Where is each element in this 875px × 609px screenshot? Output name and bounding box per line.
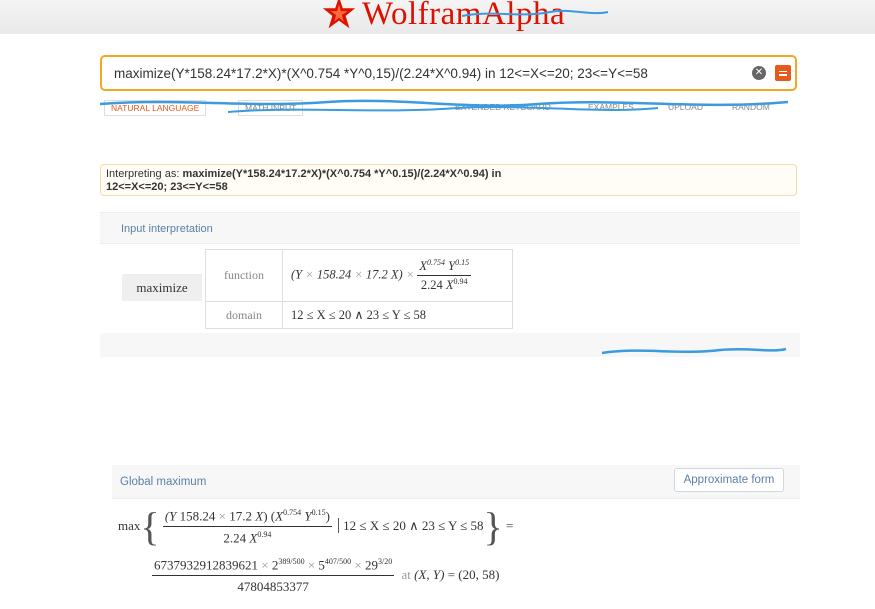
input-options-bar: NATURAL LANGUAGE MATH INPUT EXTENDED KEY… (99, 99, 797, 118)
clear-icon[interactable]: ✕ (752, 66, 766, 80)
upload-button[interactable]: UPLOAD (668, 102, 703, 112)
header-band: WolframAlpha (0, 0, 875, 34)
pod-title: Input interpretation (121, 223, 213, 235)
domain-value: 12 ≤ X ≤ 20 ∧ 23 ≤ Y ≤ 58 (282, 301, 513, 329)
examples-button[interactable]: EXAMPLES (588, 102, 634, 112)
value-denominator: 47804853377 (237, 579, 309, 595)
wolfram-star-icon (322, 0, 356, 29)
extended-keyboard-button[interactable]: EXTENDED KEYBOARD (455, 102, 551, 112)
pod-footer (100, 333, 800, 357)
equals-sign: = (505, 517, 514, 533)
interpreting-domain: 12<=X<=20; 23<=Y<=58 (106, 181, 228, 193)
math-input-button[interactable]: MATH INPUT (238, 100, 304, 116)
function-lhs: (Y × 158.24 × 17.2 X) × (291, 267, 415, 282)
natural-language-button[interactable]: NATURAL LANGUAGE (104, 100, 207, 116)
approximate-form-button[interactable]: Approximate form (674, 468, 784, 492)
logo-text: WolframAlpha (362, 0, 566, 32)
function-label: function (205, 249, 283, 302)
result-title-bar: Global maximum Approximate form (112, 465, 800, 499)
operation-label: maximize (122, 274, 202, 301)
domain-label: domain (205, 301, 283, 329)
interpreting-prefix: Interpreting as: (106, 168, 183, 180)
input-interpretation-pod: Input interpretation maximize function (… (100, 212, 800, 357)
interpreting-expression: maximize(Y*158.24*17.2*X)*(X^0.754 *Y^0.… (182, 168, 502, 180)
function-fraction: X0.754 Y0.15 2.24 X0.94 (417, 257, 472, 293)
function-value: (Y × 158.24 × 17.2 X) × X0.754 Y0.15 2.2… (282, 249, 513, 302)
search-box[interactable]: maximize(Y*158.24*17.2*X)*(X^0.754 *Y^0,… (100, 55, 797, 91)
equals-icon[interactable] (775, 65, 791, 81)
search-input[interactable]: maximize(Y*158.24*17.2*X)*(X^0.754 *Y^0,… (114, 66, 648, 81)
maximum-expression: max{ (Y 158.24 × 17.2 X) (X0.754 Y0.15) … (118, 504, 514, 549)
global-maximum-pod: Global maximum Approximate form max{ (Y … (112, 465, 800, 609)
interpretation-table: function (Y × 158.24 × 17.2 X) × X0.754 … (205, 249, 513, 329)
max-label: max (118, 517, 141, 533)
constraint: 12 ≤ X ≤ 20 ∧ 23 ≤ Y ≤ 58 (338, 517, 484, 533)
pod-title-bar: Input interpretation (100, 213, 800, 244)
wolfram-logo[interactable]: WolframAlpha (320, 0, 565, 34)
random-button[interactable]: RANDOM (732, 102, 770, 112)
objective-fraction: (Y 158.24 × 17.2 X) (X0.754 Y0.15) 2.24 … (162, 507, 332, 546)
maximum-value: 6737932912839621 × 2389/500 × 5407/500 ×… (152, 557, 500, 595)
interpretation-bar: Interpreting as: maximize(Y*158.24*17.2*… (100, 164, 797, 196)
value-fraction: 6737932912839621 × 2389/500 × 5407/500 ×… (152, 557, 395, 595)
result-title: Global maximum (120, 476, 207, 488)
